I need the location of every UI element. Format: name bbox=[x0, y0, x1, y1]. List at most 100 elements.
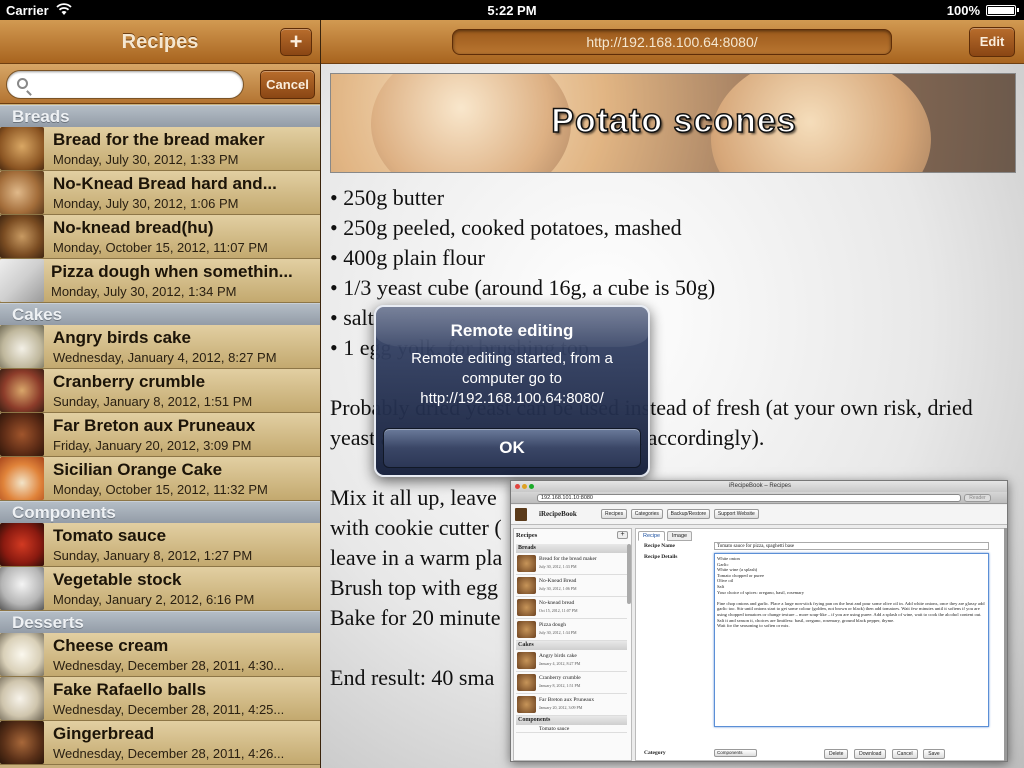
recipe-title: Tomato sauce bbox=[53, 526, 167, 545]
web-category-label: Category bbox=[644, 750, 666, 756]
browser-scrollbar bbox=[1004, 528, 1007, 761]
recipe-date: Sunday, January 8, 2012, 1:51 PM bbox=[53, 394, 253, 409]
list-item[interactable]: Sicilian Orange Cake Monday, October 15,… bbox=[0, 457, 320, 501]
ingredient-line: • 1/3 yeast cube (around 16g, a cube is … bbox=[330, 275, 716, 300]
reader-button: Reader bbox=[964, 494, 991, 502]
left-toolbar: Recipes + bbox=[0, 20, 320, 64]
web-section-header: Breads bbox=[516, 544, 627, 553]
section-header-desserts: Desserts bbox=[0, 611, 320, 633]
list-item[interactable]: Cranberry crumble Sunday, January 8, 201… bbox=[0, 369, 320, 413]
web-tab: Categories bbox=[630, 509, 663, 519]
web-delete-button: Delete bbox=[824, 749, 849, 759]
web-app-header: iRecipeBook Recipes Categories Backup/Re… bbox=[511, 505, 1007, 525]
battery-icon bbox=[986, 5, 1019, 16]
remote-editing-alert: Remote editing Remote editing started, f… bbox=[374, 305, 650, 477]
web-list-item: Pizza dough July 30, 2012, 1:34 PM bbox=[516, 619, 627, 641]
clock: 5:22 PM bbox=[487, 3, 537, 18]
server-url-field: http://192.168.100.64:8080/ bbox=[452, 29, 892, 55]
web-list-item: No-Knead Bread July 30, 2012, 1:06 PM bbox=[516, 575, 627, 597]
recipe-title: Far Breton aux Pruneaux bbox=[53, 416, 256, 435]
search-input[interactable] bbox=[6, 70, 244, 99]
web-sidebar-title: Recipes bbox=[516, 532, 538, 539]
list-title: Recipes bbox=[121, 31, 199, 53]
recipe-title: Angry birds cake bbox=[53, 328, 191, 347]
list-item[interactable]: No-knead bread(hu) Monday, October 15, 2… bbox=[0, 215, 320, 259]
browser-window-title: iRecipeBook – Recipes bbox=[511, 481, 1007, 492]
web-add-button: + bbox=[617, 531, 628, 539]
list-item[interactable]: No-Knead Bread hard and... Monday, July … bbox=[0, 171, 320, 215]
recipe-date: Monday, July 30, 2012, 1:33 PM bbox=[53, 152, 239, 167]
recipe-date: Wednesday, December 28, 2011, 4:25... bbox=[53, 702, 285, 717]
recipe-title: Fake Rafaello balls bbox=[53, 680, 207, 699]
recipe-date: Wednesday, December 28, 2011, 4:30... bbox=[53, 658, 285, 673]
close-window-icon bbox=[515, 484, 520, 489]
list-item[interactable]: Pizza dough when somethin... Monday, Jul… bbox=[0, 259, 320, 303]
recipe-date: Friday, January 20, 2012, 3:09 PM bbox=[53, 438, 252, 453]
web-section-header: Cakes bbox=[516, 641, 627, 650]
list-item[interactable]: Angry birds cake Wednesday, January 4, 2… bbox=[0, 325, 320, 369]
battery-percent: 100% bbox=[946, 3, 980, 18]
search-icon bbox=[17, 78, 28, 89]
app-logo-icon bbox=[515, 508, 527, 521]
list-item[interactable]: Vegetable stock Monday, January 2, 2012,… bbox=[0, 567, 320, 611]
list-item[interactable]: Cheese cream Wednesday, December 28, 201… bbox=[0, 633, 320, 677]
web-recipe-name-field: Tomato sauce for pizza, spaghetti base bbox=[714, 542, 989, 550]
web-sidebar-scrollbar bbox=[627, 544, 631, 604]
web-recipe-details-field: White onion Garlic White wine (a splash)… bbox=[714, 553, 989, 727]
recipe-thumbnail bbox=[0, 171, 44, 214]
recipe-thumbnail bbox=[0, 369, 44, 412]
search-cancel-button[interactable]: Cancel bbox=[260, 70, 315, 99]
browser-preview-image: iRecipeBook – Recipes 192.168.101.10:808… bbox=[510, 480, 1008, 762]
recipe-date: Monday, October 15, 2012, 11:32 PM bbox=[53, 482, 268, 497]
web-list-item: Tomato sauce bbox=[516, 725, 627, 733]
recipe-title: No-Knead Bread hard and... bbox=[53, 174, 277, 193]
recipe-title: Vegetable stock bbox=[53, 570, 182, 589]
recipe-thumbnail bbox=[0, 633, 44, 676]
web-section-header: Components bbox=[516, 716, 627, 725]
recipe-title: Bread for the bread maker bbox=[53, 130, 265, 149]
list-item[interactable]: Bread for the bread maker Monday, July 3… bbox=[0, 127, 320, 171]
recipe-title: No-knead bread(hu) bbox=[53, 218, 214, 237]
recipe-list-pane: Recipes + Cancel Breads Bread for the br… bbox=[0, 20, 320, 768]
ingredient-line: • 250g butter bbox=[330, 185, 445, 210]
alert-message: Remote editing started, from a computer … bbox=[411, 350, 613, 407]
recipe-banner-image: Potato scones bbox=[330, 73, 1016, 173]
web-recipe-details-label: Recipe Details bbox=[644, 554, 678, 560]
recipe-thumbnail bbox=[0, 413, 44, 456]
minimize-window-icon bbox=[522, 484, 527, 489]
list-item[interactable]: Tomato sauce Sunday, January 8, 2012, 1:… bbox=[0, 523, 320, 567]
recipe-title: Pizza dough when somethin... bbox=[51, 262, 293, 281]
recipe-thumbnail bbox=[0, 215, 44, 258]
recipe-thumbnail bbox=[0, 259, 44, 302]
web-list-item: Angry birds cake January 4, 2012, 8:27 PM bbox=[516, 650, 627, 672]
recipe-title: Cheese cream bbox=[53, 636, 169, 655]
list-item[interactable]: Fake Rafaello balls Wednesday, December … bbox=[0, 677, 320, 721]
list-item[interactable]: Far Breton aux Pruneaux Friday, January … bbox=[0, 413, 320, 457]
ingredient-line: • 400g plain flour bbox=[330, 245, 485, 270]
web-tab: Backup/Restore bbox=[666, 509, 711, 519]
list-item[interactable]: Gingerbread Wednesday, December 28, 2011… bbox=[0, 721, 320, 765]
browser-address-bar: 192.168.101.10:8080 bbox=[537, 494, 961, 502]
web-tab: Recipes bbox=[601, 509, 628, 519]
recipe-date: Wednesday, December 28, 2011, 4:26... bbox=[53, 746, 285, 761]
add-recipe-button[interactable]: + bbox=[280, 28, 312, 56]
web-list-item: Cranberry crumble January 8, 2012, 1:51 P… bbox=[516, 672, 627, 694]
web-app-name: iRecipeBook bbox=[539, 510, 577, 518]
section-header-cakes: Cakes bbox=[0, 303, 320, 325]
recipe-thumbnail bbox=[0, 523, 44, 566]
recipe-thumbnail bbox=[0, 721, 44, 764]
search-bar: Cancel bbox=[0, 64, 320, 104]
recipe-title: Sicilian Orange Cake bbox=[53, 460, 223, 479]
web-list-item: No-knead bread Oct 15, 2012, 11:07 PM bbox=[516, 597, 627, 619]
recipe-thumbnail bbox=[0, 677, 44, 720]
recipe-date: Monday, January 2, 2012, 6:16 PM bbox=[53, 592, 255, 607]
recipe-list: Breads Bread for the bread maker Monday,… bbox=[0, 105, 320, 765]
recipe-thumbnail bbox=[0, 127, 44, 170]
recipe-thumbnail bbox=[0, 325, 44, 368]
web-recipe-name-label: Recipe Name bbox=[644, 543, 676, 549]
web-tab: Support Website bbox=[713, 509, 759, 519]
browser-toolbar: 192.168.101.10:8080 Reader bbox=[511, 492, 1007, 504]
detail-toolbar: http://192.168.100.64:8080/ Edit bbox=[321, 20, 1024, 64]
alert-ok-button[interactable]: OK bbox=[383, 428, 641, 468]
edit-button[interactable]: Edit bbox=[969, 27, 1015, 57]
